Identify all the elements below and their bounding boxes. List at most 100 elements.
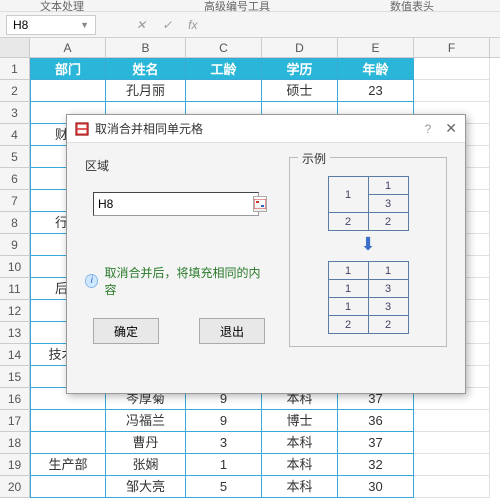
cell[interactable]: 37: [338, 432, 414, 454]
sample-label: 示例: [298, 150, 330, 167]
dialog-title: 取消合并相同单元格: [95, 120, 203, 137]
formula-bar-row: H8 ▼ ✕ ✓ fx: [0, 12, 500, 38]
cell[interactable]: [30, 80, 106, 102]
row-header[interactable]: 2: [0, 80, 30, 102]
range-picker-button[interactable]: [253, 196, 267, 212]
row-header[interactable]: 3: [0, 102, 30, 124]
row-header[interactable]: 16: [0, 388, 30, 410]
ribbon-group-2: 高级编号工具: [204, 0, 270, 14]
row-header[interactable]: 12: [0, 300, 30, 322]
cell[interactable]: [414, 476, 490, 498]
cell[interactable]: [186, 80, 262, 102]
cell[interactable]: 曹丹: [106, 432, 186, 454]
col-header-F[interactable]: F: [414, 38, 490, 57]
ribbon-fragment: 文本处理 高级编号工具 数值表头: [0, 0, 500, 12]
row-header[interactable]: 1: [0, 58, 30, 80]
col-header-C[interactable]: C: [186, 38, 262, 57]
row-header[interactable]: 6: [0, 168, 30, 190]
formula-tools: ✕ ✓ fx: [136, 18, 197, 32]
row-header[interactable]: 20: [0, 476, 30, 498]
row-header[interactable]: 5: [0, 146, 30, 168]
cell[interactable]: [30, 410, 106, 432]
cell[interactable]: 3: [186, 432, 262, 454]
sample-cell: 1: [328, 262, 368, 280]
row-header[interactable]: 18: [0, 432, 30, 454]
row-header[interactable]: 17: [0, 410, 30, 432]
select-all-corner[interactable]: [0, 38, 30, 57]
cell[interactable]: [30, 476, 106, 498]
cell[interactable]: 张娴: [106, 454, 186, 476]
sample-cell: 2: [328, 316, 368, 334]
row-header[interactable]: 10: [0, 256, 30, 278]
ribbon-group-3: 数值表头: [390, 0, 434, 14]
name-box-value: H8: [13, 18, 28, 32]
app-icon: [75, 122, 89, 136]
row-header[interactable]: 13: [0, 322, 30, 344]
col-header-A[interactable]: A: [30, 38, 106, 57]
close-button[interactable]: ✕: [445, 120, 457, 137]
cell[interactable]: 本科: [262, 432, 338, 454]
fx-icon[interactable]: fx: [188, 18, 197, 32]
cell[interactable]: [30, 432, 106, 454]
row-header[interactable]: 15: [0, 366, 30, 388]
row-header[interactable]: 14: [0, 344, 30, 366]
cell[interactable]: [414, 80, 490, 102]
row-header[interactable]: 8: [0, 212, 30, 234]
confirm-icon[interactable]: ✓: [162, 18, 172, 32]
cell[interactable]: 30: [338, 476, 414, 498]
row-header[interactable]: 11: [0, 278, 30, 300]
cell[interactable]: 32: [338, 454, 414, 476]
ribbon-group-1: 文本处理: [40, 0, 84, 14]
cell[interactable]: 9: [186, 410, 262, 432]
cell[interactable]: 工龄: [186, 58, 262, 80]
cell[interactable]: 36: [338, 410, 414, 432]
row-header[interactable]: 19: [0, 454, 30, 476]
cell[interactable]: 姓名: [106, 58, 186, 80]
cell[interactable]: 邹大亮: [106, 476, 186, 498]
row-header[interactable]: 4: [0, 124, 30, 146]
hint-row: i 取消合并后，将填充相同的内容: [85, 264, 265, 298]
ok-button[interactable]: 确定: [93, 318, 159, 344]
cell[interactable]: 本科: [262, 454, 338, 476]
region-input[interactable]: [98, 195, 253, 213]
row-header[interactable]: 9: [0, 234, 30, 256]
info-icon: i: [85, 274, 98, 288]
col-header-B[interactable]: B: [106, 38, 186, 57]
sample-cell: 3: [368, 298, 408, 316]
row-header[interactable]: 7: [0, 190, 30, 212]
cell[interactable]: 部门: [30, 58, 106, 80]
col-header-D[interactable]: D: [262, 38, 338, 57]
unmerge-dialog: 取消合并相同单元格 ? ✕ 区域 i 取消合并后，将填充相同的内容 确定 退出 …: [66, 114, 466, 394]
range-picker-icon: [254, 199, 266, 209]
sample-after-table: 11 13 13 22: [328, 261, 409, 334]
cell[interactable]: 冯福兰: [106, 410, 186, 432]
cell[interactable]: 博士: [262, 410, 338, 432]
sample-cell: 1: [368, 177, 408, 195]
cell[interactable]: [414, 410, 490, 432]
name-box[interactable]: H8 ▼: [6, 15, 96, 35]
cell[interactable]: 本科: [262, 476, 338, 498]
hint-text: 取消合并后，将填充相同的内容: [104, 264, 265, 298]
cell[interactable]: 1: [186, 454, 262, 476]
region-input-wrap: [93, 192, 259, 216]
cell[interactable]: [414, 432, 490, 454]
exit-button[interactable]: 退出: [199, 318, 265, 344]
sample-cell: 2: [328, 213, 368, 231]
help-button[interactable]: ?: [425, 122, 432, 136]
region-section: 区域 i 取消合并后，将填充相同的内容 确定 退出: [85, 157, 265, 347]
cell[interactable]: 23: [338, 80, 414, 102]
dialog-titlebar[interactable]: 取消合并相同单元格 ? ✕: [67, 115, 465, 143]
cancel-icon[interactable]: ✕: [136, 18, 146, 32]
cell[interactable]: [414, 58, 490, 80]
arrow-down-icon: ⬇: [298, 235, 438, 253]
cell[interactable]: 生产部: [30, 454, 106, 476]
cell[interactable]: [414, 454, 490, 476]
chevron-down-icon[interactable]: ▼: [80, 20, 89, 30]
cell[interactable]: 硕士: [262, 80, 338, 102]
sample-cell: 3: [368, 195, 408, 213]
cell[interactable]: 孔月丽: [106, 80, 186, 102]
col-header-E[interactable]: E: [338, 38, 414, 57]
cell[interactable]: 5: [186, 476, 262, 498]
cell[interactable]: 年龄: [338, 58, 414, 80]
cell[interactable]: 学历: [262, 58, 338, 80]
